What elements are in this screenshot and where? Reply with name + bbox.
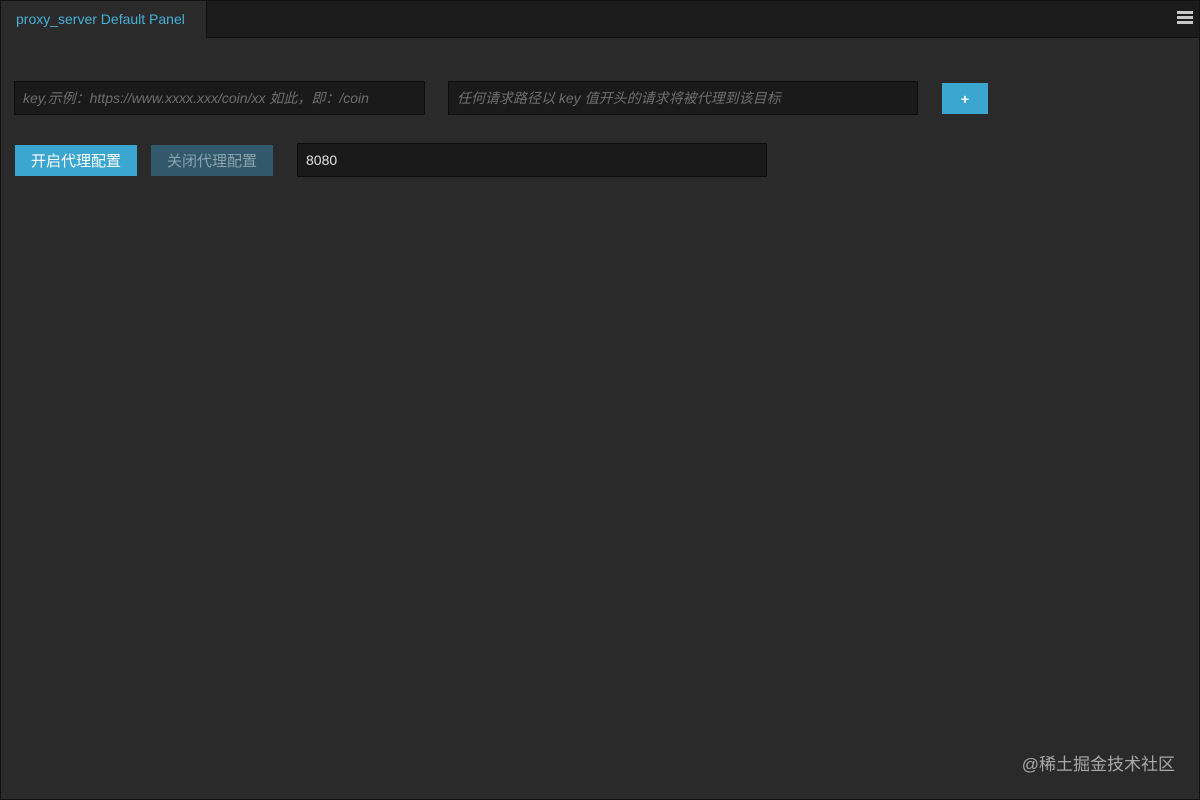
panel-window: proxy_server Default Panel + 开启代理配置 关闭代理… xyxy=(0,0,1200,800)
port-input[interactable] xyxy=(297,143,767,177)
proxy-target-input[interactable] xyxy=(448,81,918,115)
tab-proxy-server-default-panel[interactable]: proxy_server Default Panel xyxy=(1,1,207,38)
enable-proxy-button[interactable]: 开启代理配置 xyxy=(15,145,137,176)
watermark-text: @稀土掘金技术社区 xyxy=(1021,755,1175,774)
tab-bar: proxy_server Default Panel xyxy=(1,1,1199,38)
proxy-key-input[interactable] xyxy=(14,81,425,115)
hamburger-menu-icon[interactable] xyxy=(1177,11,1193,27)
tab-title: proxy_server Default Panel xyxy=(16,11,185,27)
add-proxy-button[interactable]: + xyxy=(942,83,988,114)
disable-proxy-button[interactable]: 关闭代理配置 xyxy=(151,145,273,176)
